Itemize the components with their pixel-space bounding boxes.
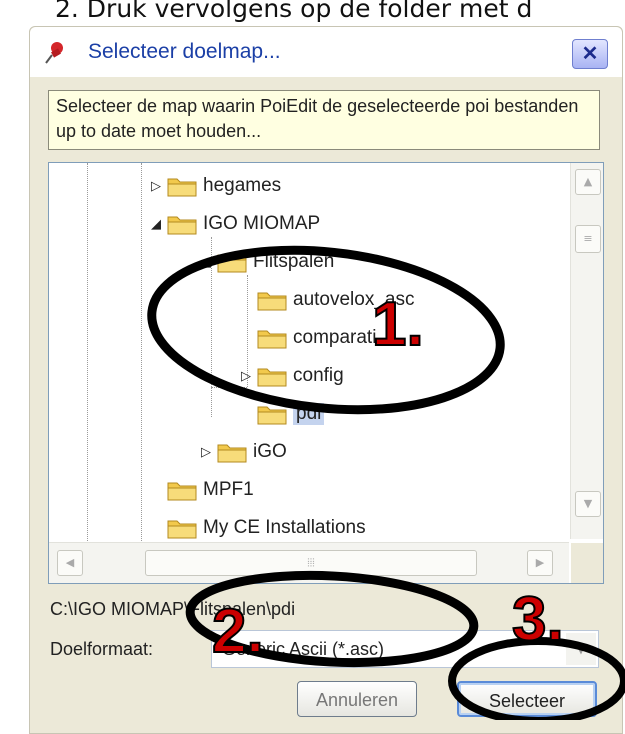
title-bar: Selecteer doelmap... ✕ bbox=[30, 27, 622, 77]
folder-icon bbox=[257, 327, 287, 349]
tree-item-label: pdi bbox=[293, 403, 325, 425]
tree-item-label: comparati bbox=[293, 327, 377, 348]
tree-item-label: IGO MIOMAP bbox=[203, 213, 321, 234]
tree-item-label: config bbox=[293, 365, 344, 386]
folder-icon bbox=[167, 213, 197, 235]
format-label: Doelformaat: bbox=[50, 639, 154, 659]
scroll-up-button[interactable]: ▲ bbox=[575, 169, 601, 195]
folder-icon bbox=[257, 403, 287, 425]
format-value: Generic Ascii (*.asc) bbox=[222, 639, 385, 659]
horizontal-scrollbar[interactable]: ◀ ⦙⦙⦙ ▶ bbox=[49, 542, 569, 583]
expand-toggle-icon[interactable]: ▷ bbox=[149, 178, 163, 194]
tree-item[interactable]: ▷ hegames bbox=[149, 171, 281, 201]
folder-icon bbox=[167, 479, 197, 501]
scroll-down-button[interactable]: ▼ bbox=[575, 491, 601, 517]
tree-item-label: MPF1 bbox=[203, 479, 254, 500]
caption-text: 2. Druk vervolgens op de folder met d bbox=[55, 0, 533, 23]
folder-icon bbox=[217, 251, 247, 273]
folder-icon bbox=[257, 365, 287, 387]
horizontal-scroll-thumb[interactable]: ⦙⦙⦙ bbox=[145, 550, 477, 576]
expand-toggle-icon[interactable]: ◢ bbox=[149, 216, 163, 232]
chevron-down-icon[interactable]: ▼ bbox=[566, 633, 596, 665]
folder-tree[interactable]: ▷ hegames ◢ IGO MIOMAP ◢ Flitspalen autovelox_… bbox=[48, 162, 604, 584]
close-button[interactable]: ✕ bbox=[572, 39, 608, 69]
folder-icon bbox=[167, 517, 197, 539]
tree-item[interactable]: MPF1 bbox=[149, 475, 254, 505]
folder-icon bbox=[217, 441, 247, 463]
select-folder-dialog: Selecteer doelmap... ✕ Selecteer de map … bbox=[29, 26, 623, 734]
tree-item-label: iGO bbox=[253, 441, 287, 462]
selected-path: C:\IGO MIOMAP\Flitspalen\pdi bbox=[50, 599, 296, 619]
select-button[interactable]: Selecteer bbox=[457, 681, 597, 717]
expand-toggle-icon[interactable]: ▷ bbox=[199, 444, 213, 460]
expand-toggle-icon[interactable]: ◢ bbox=[199, 254, 213, 270]
tree-item[interactable]: ◢ IGO MIOMAP bbox=[149, 209, 320, 239]
cancel-button[interactable]: Annuleren bbox=[297, 681, 417, 717]
tree-item[interactable]: comparati bbox=[239, 323, 376, 353]
tree-item[interactable]: ▷ config bbox=[239, 361, 344, 391]
tree-item[interactable]: pdi bbox=[239, 399, 325, 429]
tree-item[interactable]: ◢ Flitspalen bbox=[199, 247, 334, 277]
folder-icon bbox=[167, 175, 197, 197]
tree-item[interactable]: autovelox_asc bbox=[239, 285, 414, 315]
tree-item-label: My CE Installations bbox=[203, 517, 366, 538]
tree-item-label: autovelox_asc bbox=[293, 289, 415, 310]
tree-item-label: hegames bbox=[203, 175, 282, 196]
dialog-title: Selecteer doelmap... bbox=[88, 40, 281, 63]
scroll-thumb[interactable]: ≡ bbox=[575, 225, 601, 253]
instruction-hint: Selecteer de map waarin PoiEdit de gesel… bbox=[48, 90, 600, 150]
scroll-left-button[interactable]: ◀ bbox=[57, 550, 83, 576]
tree-item[interactable]: ▷ iGO bbox=[199, 437, 287, 467]
folder-icon bbox=[257, 289, 287, 311]
tree-item[interactable]: My CE Installations bbox=[149, 513, 366, 543]
scroll-right-button[interactable]: ▶ bbox=[527, 550, 553, 576]
scroll-corner bbox=[571, 543, 603, 583]
expand-toggle-icon[interactable]: ▷ bbox=[239, 368, 253, 384]
vertical-scrollbar[interactable]: ▲ ≡ ▼ bbox=[570, 163, 603, 539]
format-dropdown[interactable]: Generic Ascii (*.asc) ▼ bbox=[211, 630, 599, 668]
tree-item-label: Flitspalen bbox=[253, 251, 335, 272]
pin-icon bbox=[45, 42, 63, 64]
